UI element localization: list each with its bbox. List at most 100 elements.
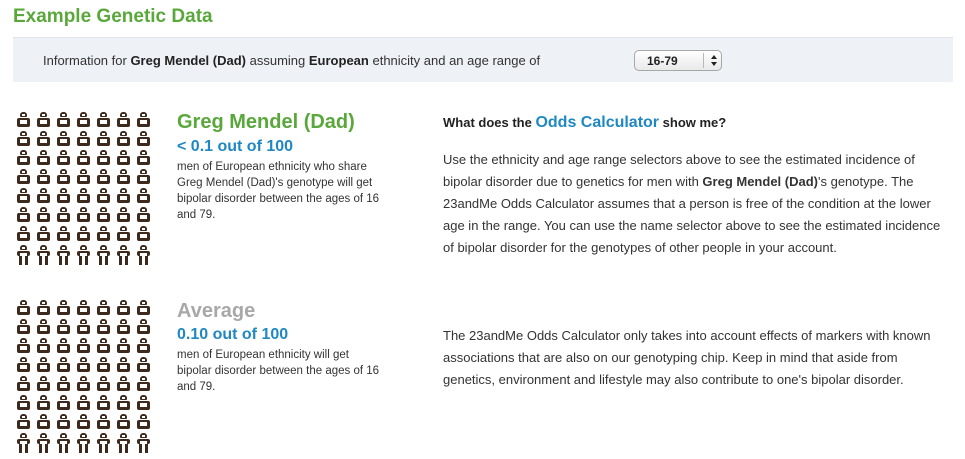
person-figure-icon [96,188,111,203]
person-figure-icon [116,245,131,265]
person-figure-icon [116,150,131,165]
odds-calculator-link[interactable]: Odds Calculator [535,114,659,131]
person-figure-icon [76,245,91,265]
info-bar: Information for Greg Mendel (Dad) assumi… [13,37,953,82]
person-figure-icon [36,319,51,334]
person-figure-icon [76,395,91,410]
person-figure-icon [116,131,131,146]
person-figure-icon [136,207,151,222]
question-suffix: show me? [659,115,727,130]
explainer-paragraph-2: The 23andMe Odds Calculator only takes i… [443,328,931,387]
person-figure-icon [16,131,31,146]
person-figure-icon [76,338,91,353]
person-figure-icon [96,131,111,146]
person-figure-icon [136,433,151,453]
person-figure-icon [56,150,71,165]
person-figure-icon [136,131,151,146]
person-figure-icon [136,300,151,315]
person-figure-icon [96,357,111,372]
person-figure-icon [56,112,71,127]
person-figure-icon [136,150,151,165]
person-figure-icon [96,245,111,265]
person-figure-icon [116,357,131,372]
person-figure-icon [36,245,51,265]
person-figure-icon [56,169,71,184]
person-figure-icon [116,376,131,391]
person-figure-icon [56,245,71,265]
info-prefix: Information for [43,53,131,68]
average-population-grid [16,300,154,453]
person-figure-icon [76,319,91,334]
person-figure-icon [96,395,111,410]
person-figure-icon [136,169,151,184]
person-figure-icon [36,300,51,315]
person-figure-icon [56,376,71,391]
person-figure-icon [56,207,71,222]
person-figure-icon [36,131,51,146]
person-figure-icon [76,112,91,127]
info-middle: assuming [246,53,309,68]
person-figure-icon [36,150,51,165]
select-divider [703,53,704,68]
person-figure-icon [16,300,31,315]
person-figure-icon [16,395,31,410]
person-figure-icon [116,338,131,353]
person-figure-icon [136,395,151,410]
person-figure-icon [136,226,151,241]
person-population-grid [16,112,154,265]
person-figure-icon [16,433,31,453]
person-figure-icon [16,376,31,391]
person-figure-icon [36,376,51,391]
person-figure-icon [136,357,151,372]
person-figure-icon [36,207,51,222]
person-figure-icon [16,319,31,334]
person-figure-icon [16,414,31,429]
person-figure-icon [16,112,31,127]
person-figure-icon [16,245,31,265]
person-figure-icon [76,414,91,429]
person-figure-icon [136,376,151,391]
person-figure-icon [136,245,151,265]
person-figure-icon [76,188,91,203]
person-figure-icon [56,131,71,146]
person-figure-icon [76,207,91,222]
person-figure-icon [116,169,131,184]
person-figure-icon [96,226,111,241]
person-figure-icon [56,300,71,315]
person-figure-icon [36,226,51,241]
person-figure-icon [96,112,111,127]
person-figure-icon [16,338,31,353]
person-figure-icon [96,319,111,334]
person-figure-icon [116,188,131,203]
age-range-select[interactable]: 16-79 [634,50,722,71]
explainer-paragraph-1: Use the ethnicity and age range selector… [443,149,948,259]
person-figure-icon [56,188,71,203]
average-description: men of European ethnicity will get bipol… [177,349,380,393]
person-figure-icon [96,376,111,391]
person-figure-icon [56,226,71,241]
person-figure-icon [36,338,51,353]
person-figure-icon [96,207,111,222]
question-prefix: What does the [443,115,536,130]
info-text: Information for Greg Mendel (Dad) assumi… [43,53,540,68]
person-figure-icon [36,357,51,372]
person-figure-icon [36,112,51,127]
person-figure-icon [56,414,71,429]
up-down-arrows-icon [711,55,717,66]
result-value: < 0.1 out of 100 [177,138,294,155]
person-figure-icon [16,150,31,165]
person-figure-icon [56,395,71,410]
person-figure-icon [96,169,111,184]
person-figure-icon [116,433,131,453]
person-figure-icon [136,112,151,127]
average-value: 0.10 out of 100 [177,326,289,343]
info-ethnicity: European [308,53,369,68]
info-suffix: ethnicity and an age range of [368,53,541,68]
person-figure-icon [36,169,51,184]
person-figure-icon [36,433,51,453]
page-title: Example Genetic Data [13,6,213,27]
person-figure-icon [36,414,51,429]
person-figure-icon [96,338,111,353]
person-figure-icon [56,319,71,334]
person-figure-icon [76,357,91,372]
